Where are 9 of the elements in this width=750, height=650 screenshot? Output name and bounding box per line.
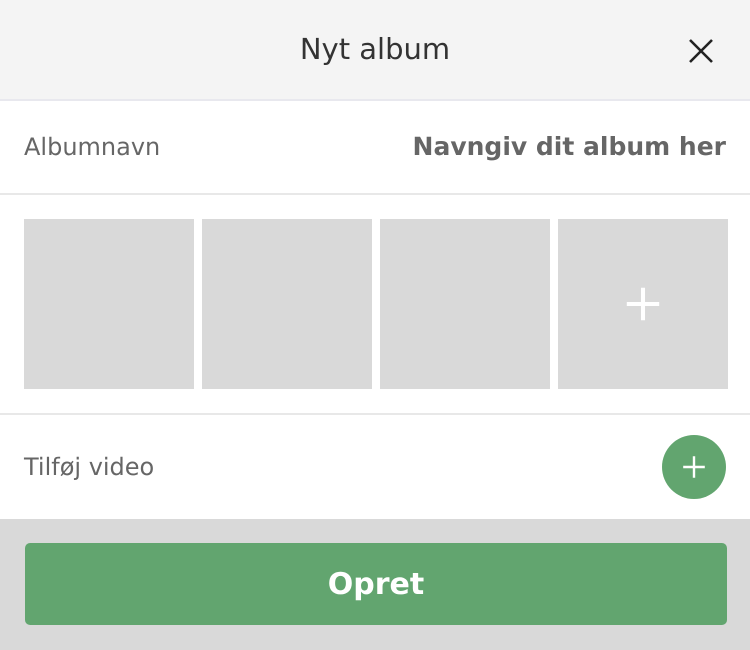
plus-icon bbox=[625, 286, 661, 322]
close-icon bbox=[688, 38, 714, 64]
create-button[interactable]: Opret bbox=[25, 543, 727, 625]
field-label: Albumnavn bbox=[24, 132, 160, 163]
video-label: Tilføj video bbox=[24, 452, 154, 483]
close-button[interactable] bbox=[688, 38, 714, 64]
plus-icon bbox=[682, 455, 706, 479]
album-name-field[interactable]: Navngiv dit album her bbox=[176, 128, 726, 166]
dialog-title: Nyt album bbox=[300, 30, 450, 68]
